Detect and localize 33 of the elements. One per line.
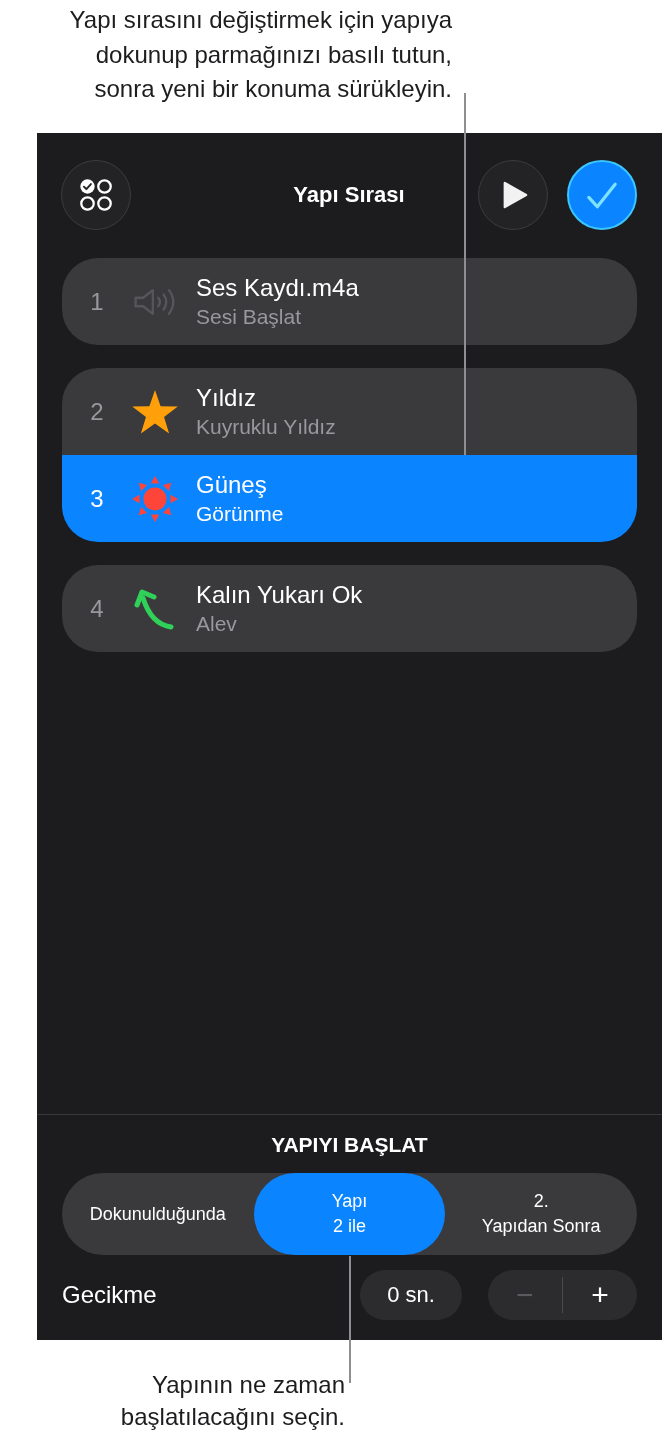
effect-name: Kuyruklu Yıldız [196, 413, 336, 440]
segment-option[interactable]: Yapı 2 ile [253, 1173, 446, 1255]
delay-label: Gecikme [62, 1281, 157, 1309]
increment-button[interactable]: + [563, 1270, 637, 1320]
build-row[interactable]: 1 Ses Kaydı.m4a Sesi Başlat [62, 258, 637, 345]
build-row[interactable]: 2 Yıldız Kuyruklu Yıldız [62, 368, 637, 455]
segment-option[interactable]: Dokunulduğunda [62, 1173, 254, 1255]
start-segmented-control[interactable]: Dokunulduğunda Yapı 2 ile 2. Yapıdan Sonra [62, 1173, 637, 1255]
section-heading: YAPIYI BAŞLAT [271, 1132, 428, 1158]
effect-name: Alev [196, 610, 237, 637]
build-number: 3 [89, 483, 105, 514]
circles-grid-icon [79, 178, 113, 212]
build-number: 2 [89, 396, 105, 427]
checkmark-icon [586, 180, 618, 210]
build-title: Yıldız [196, 382, 257, 413]
callout-text: Yapının ne zaman başlatılacağını seçin. [120, 1370, 345, 1432]
segment-option[interactable]: 2. Yapıdan Sonra [445, 1173, 637, 1255]
delay-value-field[interactable]: 0 sn. [360, 1270, 462, 1320]
panel-title: Yapı Sırası [293, 182, 405, 208]
build-title: Kalın Yukarı Ok [196, 579, 363, 610]
callout-text: Yapı sırasını değiştirmek için yapıya dokunup parmağınızı basılı tutun, sonra yeni bir konuma sürükleyin. [69, 5, 452, 104]
sun-icon [131, 474, 179, 523]
build-title: Ses Kaydı.m4a [196, 272, 359, 303]
build-row[interactable]: 3 Güneş Görünme [62, 455, 637, 542]
build-number: 1 [89, 286, 105, 317]
build-number: 4 [89, 593, 105, 624]
build-row[interactable]: 4 Kalın Yukarı Ok Alev [62, 565, 637, 652]
build-title: Güneş [196, 469, 267, 500]
effect-name: Sesi Başlat [196, 303, 302, 330]
effect-name: Görünme [196, 500, 284, 527]
speaker-icon [133, 287, 177, 316]
star-icon [131, 388, 179, 435]
play-icon [502, 180, 528, 210]
